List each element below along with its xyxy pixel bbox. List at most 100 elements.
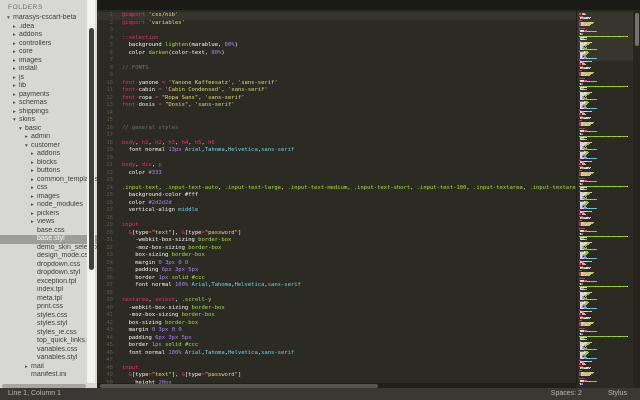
file-design_mode.css[interactable]: design_mode.css xyxy=(0,252,97,261)
folder-pickers[interactable]: ▸ pickers xyxy=(0,210,97,219)
folder-images[interactable]: ▸ images xyxy=(0,57,97,66)
file-manifest.ini[interactable]: manifest.ini xyxy=(0,371,97,380)
code-line-37[interactable]: 37 font normal 100% Arial,Tahoma,Helveti… xyxy=(97,282,576,290)
code-line-43[interactable]: 43 margin 0 3px 0 0 xyxy=(97,327,576,335)
code-line-12[interactable]: 12 font-ropa = "Ropa Sans", 'sans-serif' xyxy=(97,95,576,103)
minimap[interactable] xyxy=(576,10,633,388)
folder-admin[interactable]: ▸ admin xyxy=(0,133,97,142)
folder-buttons[interactable]: ▸ buttons xyxy=(0,167,97,176)
folder-mail[interactable]: ▸ mail xyxy=(0,363,97,372)
code-line-7[interactable]: 7 xyxy=(97,57,576,65)
code-line-4[interactable]: 4::selection xyxy=(97,35,576,43)
code-line-47[interactable]: 47 xyxy=(97,357,576,365)
file-styles.styl[interactable]: styles.styl xyxy=(0,320,97,329)
code-line-46[interactable]: 46 font normal 100% Arial,Tahoma,Helveti… xyxy=(97,350,576,358)
code-line-28[interactable]: 28 xyxy=(97,215,576,223)
code-line-48[interactable]: 48 input xyxy=(97,365,576,373)
folder-customer[interactable]: ▾ customer xyxy=(0,142,97,151)
sidebar-hscroll-thumb[interactable] xyxy=(2,383,86,388)
folder-addons[interactable]: ▸ addons xyxy=(0,31,97,40)
code-line-25[interactable]: 25 background-color #fff xyxy=(97,192,576,200)
indentation-status[interactable]: Spaces: 2 xyxy=(551,388,582,400)
code-line-10[interactable]: 10 font-yanone = 'Yanone Kaffeesatz', 'sa… xyxy=(97,80,576,88)
folder-css[interactable]: ▸ css xyxy=(0,184,97,193)
code-line-26[interactable]: 26 color #2d2d2d xyxy=(97,200,576,208)
editor-vscroll-thumb[interactable] xyxy=(634,13,639,46)
code-line-14[interactable]: 14 xyxy=(97,110,576,118)
file-demo_skin_selector.tpl[interactable]: demo_skin_selector.tpl xyxy=(0,244,97,253)
code-line-49[interactable]: 49 &[type="text"], &[type="password"] xyxy=(97,372,576,380)
folder-controllers[interactable]: ▸ controllers xyxy=(0,40,97,49)
code-line-5[interactable]: 5 background lighten(marablue, 80%) xyxy=(97,42,576,50)
folder-images[interactable]: ▸ images xyxy=(0,193,97,202)
file-styles_ie.css[interactable]: styles_ie.css xyxy=(0,329,97,338)
code-line-22[interactable]: 22 color #333 xyxy=(97,170,576,178)
editor-hscroll-thumb[interactable] xyxy=(100,383,378,388)
sidebar-vscroll-thumb[interactable] xyxy=(88,28,94,270)
folder-skins[interactable]: ▾ skins xyxy=(0,116,97,125)
file-base.css[interactable]: base.css xyxy=(0,227,97,236)
code-line-44[interactable]: 44 padding 6px 3px 5px xyxy=(97,335,576,343)
code-line-27[interactable]: 27 vertical-align middle xyxy=(97,207,576,215)
folder-views[interactable]: ▸ views xyxy=(0,218,97,227)
folder-.idea[interactable]: ▸ .idea xyxy=(0,23,97,32)
code-line-32[interactable]: 32 -moz-box-sizing border-box xyxy=(97,245,576,253)
folder-addons[interactable]: ▸ addons xyxy=(0,150,97,159)
folder-basic[interactable]: ▾ basic xyxy=(0,125,97,134)
code-line-41[interactable]: 41 -moz-box-sizing border-box xyxy=(97,312,576,320)
code-line-16[interactable]: 16 // general styles xyxy=(97,125,576,133)
file-exception.tpl[interactable]: exception.tpl xyxy=(0,278,97,287)
folder-node_modules[interactable]: ▸ node_modules xyxy=(0,201,97,210)
sidebar-vertical-scrollbar[interactable] xyxy=(87,0,95,384)
code-line-9[interactable]: 9 xyxy=(97,72,576,80)
code-line-39[interactable]: 39 textarea, select, .scroll-y xyxy=(97,297,576,305)
file-styles.css[interactable]: styles.css xyxy=(0,312,97,321)
code-line-29[interactable]: 29 input xyxy=(97,222,576,230)
code-line-35[interactable]: 35 padding 6px 3px 5px xyxy=(97,267,576,275)
file-top_quick_links.tpl[interactable]: top_quick_links.tpl xyxy=(0,337,97,346)
code-line-17[interactable]: 17 xyxy=(97,132,576,140)
folder-common_templates[interactable]: ▸ common_templates xyxy=(0,176,97,185)
folder-core[interactable]: ▸ core xyxy=(0,48,97,57)
code-line-40[interactable]: 40 -webkit-box-sizing border-box xyxy=(97,305,576,313)
folder-payments[interactable]: ▸ payments xyxy=(0,91,97,100)
file-variables.styl[interactable]: variables.styl xyxy=(0,354,97,363)
code-line-33[interactable]: 33 box-sizing border-box xyxy=(97,252,576,260)
code-area[interactable]: 1 @import 'css/nib' 2 @import 'variables' 3 4… xyxy=(97,10,576,388)
file-variables.css[interactable]: variables.css xyxy=(0,346,97,355)
code-line-6[interactable]: 6 color darken(color-text, 80%) xyxy=(97,50,576,58)
code-line-1[interactable]: 1 @import 'css/nib' xyxy=(97,12,576,20)
code-line-30[interactable]: 30 &[type="text"], &[type="password"] xyxy=(97,230,576,238)
code-line-31[interactable]: 31 -webkit-box-sizing border-box xyxy=(97,237,576,245)
code-line-34[interactable]: 34 margin 0 3px 0 0 xyxy=(97,260,576,268)
code-line-38[interactable]: 38 xyxy=(97,290,576,298)
code-line-15[interactable]: 15 xyxy=(97,117,576,125)
folder-schemas[interactable]: ▸ schemas xyxy=(0,99,97,108)
folder-blocks[interactable]: ▸ blocks xyxy=(0,159,97,168)
folder-marasys-cscart-beta[interactable]: ▾ marasys-cscart-beta xyxy=(0,14,97,23)
folder-lib[interactable]: ▸ lib xyxy=(0,82,97,91)
code-line-45[interactable]: 45 border 1px solid #ccc xyxy=(97,342,576,350)
code-line-19[interactable]: 19 font normal 13px Arial,Tahoma,Helveti… xyxy=(97,147,576,155)
file-dropdown.styl[interactable]: dropdown.styl xyxy=(0,269,97,278)
code-line-8[interactable]: 8 // FONTS xyxy=(97,65,576,73)
folder-js[interactable]: ▸ js xyxy=(0,74,97,83)
code-line-11[interactable]: 11 font-cabin = 'Cabin Condensed', 'sans-… xyxy=(97,87,576,95)
syntax-status[interactable]: Stylus xyxy=(608,388,627,400)
code-line-20[interactable]: 20 xyxy=(97,155,576,163)
code-line-23[interactable]: 23 xyxy=(97,177,576,185)
folder-install[interactable]: ▸ install xyxy=(0,65,97,74)
minimap-viewport[interactable] xyxy=(577,12,633,61)
file-dropdown.css[interactable]: dropdown.css xyxy=(0,261,97,270)
code-line-3[interactable]: 3 xyxy=(97,27,576,35)
code-line-21[interactable]: 21 body, div, p xyxy=(97,162,576,170)
code-line-13[interactable]: 13 font-dosis = "Dosis", 'sans-serif' xyxy=(97,102,576,110)
editor-vertical-scrollbar[interactable] xyxy=(633,10,640,388)
code-line-36[interactable]: 36 border 1px solid #ccc xyxy=(97,275,576,283)
code-line-42[interactable]: 42 box-sizing border-box xyxy=(97,320,576,328)
code-line-24[interactable]: 24 .input-text, .input-text-auto, .input-… xyxy=(97,185,576,193)
folder-shippings[interactable]: ▸ shippings xyxy=(0,108,97,117)
code-line-18[interactable]: 18 body, h1, h2, h3, h4, h5, h6 xyxy=(97,140,576,148)
file-base.styl[interactable]: base.styl xyxy=(0,235,97,244)
code-line-2[interactable]: 2 @import 'variables' xyxy=(97,20,576,28)
